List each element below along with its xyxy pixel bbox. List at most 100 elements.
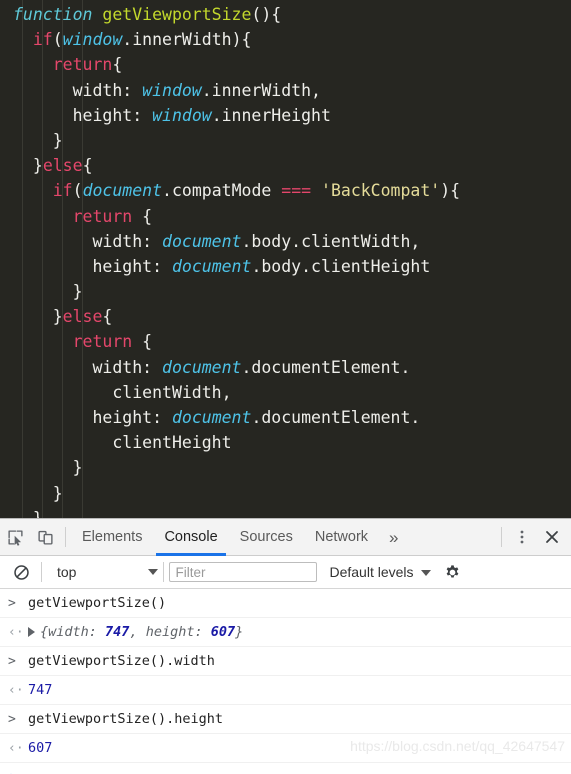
devtools-tabstrip: Elements Console Sources Network » bbox=[0, 519, 571, 556]
more-vertical-icon[interactable] bbox=[507, 522, 537, 552]
code-line: } bbox=[0, 455, 571, 480]
code-line: if(window.innerWidth){ bbox=[0, 27, 571, 52]
code-token: ){ bbox=[440, 181, 461, 201]
code-line: function getViewportSize(){ bbox=[0, 2, 571, 27]
code-token: 'BackCompat' bbox=[321, 181, 441, 201]
code-token: else bbox=[62, 307, 103, 327]
code-token: .documentElement. bbox=[251, 408, 421, 427]
code-token: === bbox=[281, 181, 312, 201]
code-token: window bbox=[62, 30, 123, 50]
code-token: .compatMode bbox=[162, 181, 282, 201]
code-token: ( bbox=[52, 30, 63, 50]
execution-context-dropdown[interactable]: top bbox=[57, 564, 76, 580]
code-line: } bbox=[0, 279, 571, 304]
code-token: ( bbox=[72, 181, 83, 201]
code-line: height: document.documentElement. bbox=[0, 405, 571, 430]
input-arrow-icon: > bbox=[8, 654, 16, 669]
output-arrow-icon: ‹· bbox=[8, 683, 24, 698]
devtools-panel: Elements Console Sources Network » top F… bbox=[0, 518, 571, 774]
code-token: { bbox=[102, 307, 113, 327]
filterbar-divider bbox=[163, 562, 165, 582]
object-brace: } bbox=[235, 624, 244, 640]
input-arrow-icon: > bbox=[8, 596, 16, 611]
code-line: if(document.compatMode === 'BackCompat')… bbox=[0, 178, 571, 203]
code-token: height: bbox=[13, 105, 153, 125]
code-token: width: bbox=[13, 80, 143, 100]
console-result-text: 607 bbox=[28, 740, 53, 756]
console-input-row[interactable]: > getViewportSize().height bbox=[0, 705, 571, 734]
code-token: getViewportSize bbox=[102, 5, 252, 24]
chevron-down-icon[interactable] bbox=[421, 570, 432, 577]
object-brace: { bbox=[40, 624, 49, 640]
console-result-row[interactable]: ‹· {width: 747, height: 607} bbox=[0, 618, 571, 647]
code-token: document bbox=[171, 256, 252, 276]
console-result-text: 747 bbox=[28, 682, 53, 698]
code-token: window bbox=[142, 80, 202, 100]
code-token: window bbox=[152, 105, 212, 125]
object-separator: , bbox=[129, 624, 146, 640]
more-tabs-icon[interactable]: » bbox=[379, 519, 408, 556]
console-input-text: getViewportSize().width bbox=[28, 653, 215, 669]
code-token: document bbox=[162, 231, 242, 251]
source-code[interactable]: function getViewportSize(){ if(window.in… bbox=[0, 0, 571, 518]
console-input-row[interactable]: > getViewportSize().width bbox=[0, 647, 571, 676]
code-token: .innerHeight bbox=[211, 105, 331, 125]
code-token: } bbox=[13, 458, 83, 478]
code-editor-pane[interactable]: function getViewportSize(){ if(window.in… bbox=[0, 0, 571, 518]
toolbar-divider bbox=[65, 527, 66, 547]
code-token: } bbox=[13, 509, 43, 518]
code-token: if bbox=[52, 181, 73, 201]
filter-input[interactable] bbox=[169, 562, 318, 582]
code-token: clientWidth, bbox=[13, 382, 232, 402]
tab-console[interactable]: Console bbox=[153, 519, 228, 556]
code-token: return bbox=[72, 332, 133, 352]
code-token: .documentElement. bbox=[241, 357, 411, 377]
code-token: .body.clientHeight bbox=[251, 256, 431, 276]
code-token: width: bbox=[13, 357, 163, 377]
inspect-element-icon[interactable] bbox=[0, 522, 30, 552]
console-input-text: getViewportSize() bbox=[28, 595, 167, 611]
code-token: clientHeight bbox=[13, 433, 232, 453]
console-input-row[interactable]: > getViewportSize() bbox=[0, 589, 571, 618]
code-line: clientHeight bbox=[0, 430, 571, 455]
code-token: { bbox=[132, 332, 153, 352]
close-icon[interactable] bbox=[537, 522, 567, 552]
code-token: } bbox=[13, 282, 83, 302]
console-filter-bar: top Default levels bbox=[0, 556, 571, 589]
code-token: .innerWidth){ bbox=[122, 30, 252, 50]
log-levels-dropdown[interactable]: Default levels bbox=[329, 564, 432, 580]
output-arrow-icon: ‹· bbox=[8, 741, 24, 756]
console-prompt-row[interactable]: › bbox=[0, 763, 571, 774]
device-toolbar-icon[interactable] bbox=[30, 522, 60, 552]
prompt-caret-icon: › bbox=[8, 763, 28, 774]
code-token: function bbox=[13, 5, 103, 24]
gear-icon[interactable] bbox=[437, 557, 467, 587]
code-token: return bbox=[52, 55, 113, 75]
console-result-row[interactable]: ‹· 747 bbox=[0, 676, 571, 705]
code-token: height: bbox=[13, 256, 172, 276]
input-arrow-icon: > bbox=[8, 712, 16, 727]
code-token: { bbox=[132, 206, 153, 226]
code-line: height: window.innerHeight bbox=[0, 103, 571, 128]
expand-triangle-icon[interactable] bbox=[28, 627, 35, 637]
tab-network[interactable]: Network bbox=[304, 519, 379, 556]
tab-sources[interactable]: Sources bbox=[229, 519, 304, 556]
code-token: width: bbox=[13, 231, 163, 251]
tab-elements[interactable]: Elements bbox=[71, 519, 153, 556]
console-log-area[interactable]: > getViewportSize() ‹· {width: 747, height:… bbox=[0, 589, 571, 774]
execution-context-label: top bbox=[57, 564, 77, 580]
code-token: { bbox=[82, 156, 93, 176]
code-line: }else{ bbox=[0, 304, 571, 329]
clear-console-icon[interactable] bbox=[6, 557, 36, 587]
console-result-row[interactable]: ‹· 607 bbox=[0, 734, 571, 763]
code-token: document bbox=[171, 408, 252, 427]
chevron-down-icon[interactable] bbox=[148, 569, 159, 575]
code-token: if bbox=[32, 30, 53, 50]
code-line: width: window.innerWidth, bbox=[0, 78, 571, 103]
code-line: clientWidth, bbox=[0, 380, 571, 405]
code-line: } bbox=[0, 506, 571, 518]
